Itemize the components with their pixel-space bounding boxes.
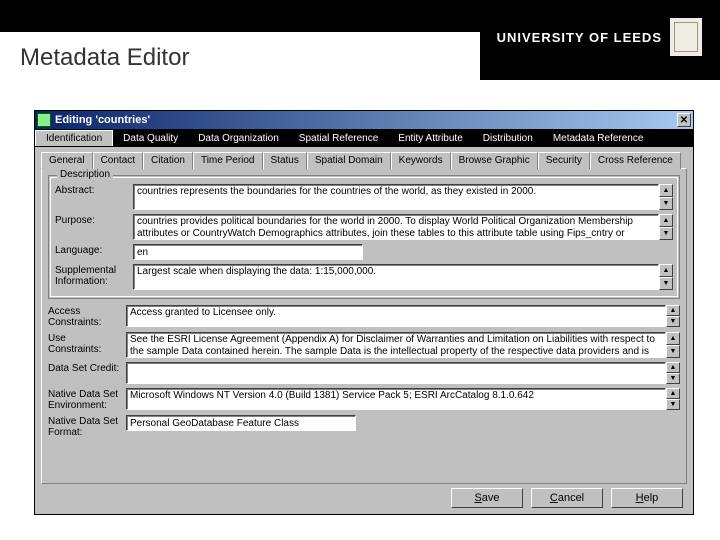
title-bar[interactable]: Editing 'countries' ✕ bbox=[35, 111, 693, 129]
env-row: Native Data Set Environment: Microsoft W… bbox=[48, 388, 680, 411]
arrow-down-icon[interactable]: ▼ bbox=[666, 399, 680, 410]
purpose-field[interactable]: countries provides political boundaries … bbox=[133, 214, 659, 240]
format-row: Native Data Set Format: Personal GeoData… bbox=[48, 415, 680, 438]
slide-header: Metadata Editor UNIVERSITY OF LEEDS bbox=[0, 0, 720, 80]
slide-title-area: Metadata Editor bbox=[0, 32, 480, 80]
general-panel: Description Abstract: countries represen… bbox=[41, 168, 687, 484]
use-label: Use Constraints: bbox=[48, 332, 120, 355]
abstract-field[interactable]: countries represents the boundaries for … bbox=[133, 184, 659, 210]
arrow-up-icon[interactable]: ▲ bbox=[659, 264, 673, 277]
credit-row: Data Set Credit: ▲▼ bbox=[48, 362, 680, 384]
cancel-button[interactable]: Cancel bbox=[531, 488, 603, 508]
tab-cross-reference[interactable]: Cross Reference bbox=[590, 152, 681, 169]
nav-item-data-organization[interactable]: Data Organization bbox=[188, 131, 289, 146]
use-field[interactable]: See the ESRI License Agreement (Appendix… bbox=[126, 332, 666, 358]
nav-item-metadata-reference[interactable]: Metadata Reference bbox=[543, 131, 654, 146]
credit-field[interactable] bbox=[126, 362, 666, 384]
format-label: Native Data Set Format: bbox=[48, 415, 120, 438]
help-button[interactable]: Help bbox=[611, 488, 683, 508]
tab-bar: GeneralContactCitationTime PeriodStatusS… bbox=[35, 147, 693, 168]
nav-item-distribution[interactable]: Distribution bbox=[473, 131, 543, 146]
env-field[interactable]: Microsoft Windows NT Version 4.0 (Build … bbox=[126, 388, 666, 410]
tab-status[interactable]: Status bbox=[263, 152, 307, 169]
arrow-up-icon[interactable]: ▲ bbox=[666, 332, 680, 345]
supplemental-label: Supplemental Information: bbox=[55, 264, 127, 287]
nav-item-spatial-reference[interactable]: Spatial Reference bbox=[289, 131, 389, 146]
tab-general[interactable]: General bbox=[41, 152, 93, 169]
language-field[interactable]: en bbox=[133, 244, 363, 260]
arrow-down-icon[interactable]: ▼ bbox=[659, 227, 673, 240]
format-field[interactable]: Personal GeoDatabase Feature Class bbox=[126, 415, 356, 431]
access-field[interactable]: Access granted to Licensee only. bbox=[126, 305, 666, 327]
arrow-down-icon[interactable]: ▼ bbox=[666, 316, 680, 327]
description-group: Description Abstract: countries represen… bbox=[48, 175, 680, 299]
env-scroll[interactable]: ▲▼ bbox=[666, 388, 680, 410]
tab-keywords[interactable]: Keywords bbox=[391, 152, 451, 169]
dialog-buttons: Save Cancel Help bbox=[451, 488, 683, 508]
access-scroll[interactable]: ▲▼ bbox=[666, 305, 680, 327]
brand-area: UNIVERSITY OF LEEDS bbox=[497, 18, 702, 56]
save-button[interactable]: Save bbox=[451, 488, 523, 508]
supplemental-scroll[interactable]: ▲▼ bbox=[659, 264, 673, 290]
purpose-label: Purpose: bbox=[55, 214, 127, 227]
access-label: Access Constraints: bbox=[48, 305, 120, 328]
app-icon bbox=[37, 113, 51, 127]
tab-security[interactable]: Security bbox=[538, 152, 590, 169]
description-legend: Description bbox=[57, 169, 113, 180]
section-nav: IdentificationData QualityData Organizat… bbox=[35, 129, 693, 147]
window-title: Editing 'countries' bbox=[55, 114, 677, 126]
supplemental-field[interactable]: Largest scale when displaying the data: … bbox=[133, 264, 659, 290]
slide-title: Metadata Editor bbox=[20, 44, 189, 72]
nav-item-entity-attribute[interactable]: Entity Attribute bbox=[388, 131, 472, 146]
abstract-scroll[interactable]: ▲▼ bbox=[659, 184, 673, 210]
language-label: Language: bbox=[55, 244, 127, 257]
tab-browse-graphic[interactable]: Browse Graphic bbox=[451, 152, 538, 169]
arrow-down-icon[interactable]: ▼ bbox=[666, 373, 680, 384]
arrow-up-icon[interactable]: ▲ bbox=[666, 362, 680, 373]
use-row: Use Constraints: See the ESRI License Ag… bbox=[48, 332, 680, 358]
nav-item-identification[interactable]: Identification bbox=[35, 130, 113, 146]
arrow-up-icon[interactable]: ▲ bbox=[666, 305, 680, 316]
arrow-down-icon[interactable]: ▼ bbox=[659, 197, 673, 210]
abstract-row: Abstract: countries represents the bound… bbox=[55, 184, 673, 210]
tab-spatial-domain[interactable]: Spatial Domain bbox=[307, 152, 391, 169]
arrow-up-icon[interactable]: ▲ bbox=[659, 214, 673, 227]
purpose-scroll[interactable]: ▲▼ bbox=[659, 214, 673, 240]
arrow-down-icon[interactable]: ▼ bbox=[659, 277, 673, 290]
credit-scroll[interactable]: ▲▼ bbox=[666, 362, 680, 384]
access-row: Access Constraints: Access granted to Li… bbox=[48, 305, 680, 328]
arrow-up-icon[interactable]: ▲ bbox=[659, 184, 673, 197]
tab-time-period[interactable]: Time Period bbox=[193, 152, 263, 169]
language-row: Language: en bbox=[55, 244, 673, 260]
env-label: Native Data Set Environment: bbox=[48, 388, 120, 411]
close-icon[interactable]: ✕ bbox=[677, 113, 691, 127]
tab-contact[interactable]: Contact bbox=[93, 152, 143, 169]
tab-citation[interactable]: Citation bbox=[143, 152, 193, 169]
nav-item-data-quality[interactable]: Data Quality bbox=[113, 131, 188, 146]
purpose-row: Purpose: countries provides political bo… bbox=[55, 214, 673, 240]
use-scroll[interactable]: ▲▼ bbox=[666, 332, 680, 358]
credit-label: Data Set Credit: bbox=[48, 362, 120, 375]
abstract-label: Abstract: bbox=[55, 184, 127, 197]
arrow-down-icon[interactable]: ▼ bbox=[666, 345, 680, 358]
brand-text: UNIVERSITY OF LEEDS bbox=[497, 30, 662, 45]
brand-logo-icon bbox=[670, 18, 702, 56]
supplemental-row: Supplemental Information: Largest scale … bbox=[55, 264, 673, 290]
arrow-up-icon[interactable]: ▲ bbox=[666, 388, 680, 399]
metadata-editor-window: Editing 'countries' ✕ IdentificationData… bbox=[34, 110, 694, 515]
